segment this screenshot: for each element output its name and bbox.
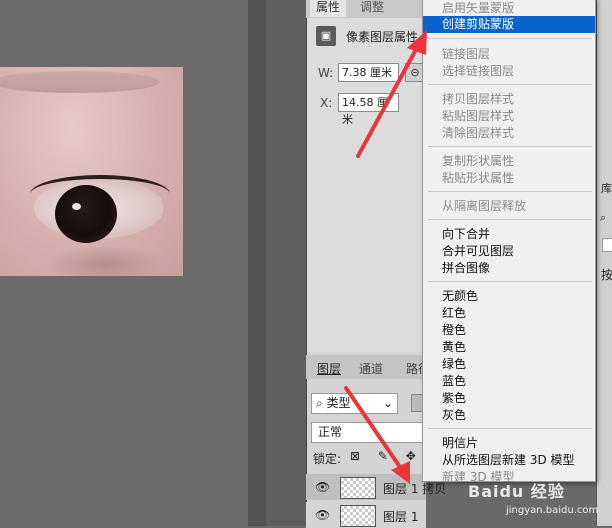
arrow-head — [407, 30, 427, 55]
arrow-line — [344, 386, 404, 472]
watermark-url: jingyan.baidu.com — [506, 505, 599, 516]
arrow-line — [356, 42, 421, 158]
annotation-arrows — [344, 30, 427, 484]
watermark-logo: Baidu 经验 — [468, 482, 565, 501]
